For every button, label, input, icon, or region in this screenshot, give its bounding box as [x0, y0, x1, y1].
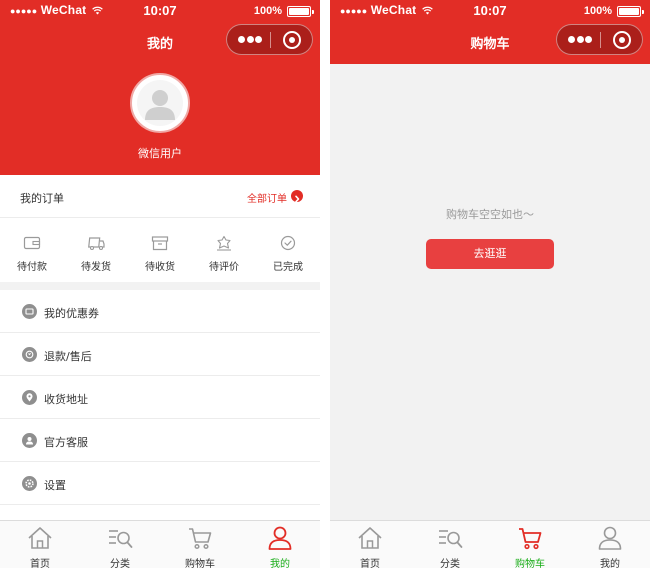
tab-bar: 首页 分类 购物车 我的 — [0, 520, 320, 568]
menu-item-refunds[interactable]: 退款/售后 — [0, 333, 320, 376]
empty-cart-message: 购物车空空如也～ — [446, 208, 534, 221]
review-icon — [217, 235, 231, 251]
check-circle-icon — [280, 235, 296, 251]
cart-icon — [519, 528, 542, 550]
default-avatar-icon — [145, 90, 175, 120]
chevron-right-icon[interactable] — [291, 190, 303, 203]
tab-mine[interactable]: 我的 — [240, 521, 320, 568]
order-status-row: 待付款 待发货 待收货 待评价 已完成 — [0, 218, 320, 282]
coupon-icon — [22, 304, 37, 319]
tab-bar: 首页 分类 购物车 我的 — [330, 520, 650, 568]
truck-icon — [88, 237, 105, 251]
home-icon — [28, 527, 52, 549]
cart-screen: ●●●●● WeChat 10:07 100% 购物车 购物车空空如也～ 去逛逛… — [330, 0, 650, 568]
cart-header: ●●●●● WeChat 10:07 100% 购物车 — [330, 0, 650, 64]
miniprogram-capsule — [556, 24, 643, 55]
tab-mine[interactable]: 我的 — [570, 521, 650, 568]
more-icon[interactable] — [568, 36, 592, 44]
tab-category[interactable]: 分类 — [410, 521, 490, 568]
category-icon — [109, 530, 133, 548]
location-icon — [22, 390, 37, 405]
refund-icon — [22, 347, 37, 362]
miniprogram-capsule — [226, 24, 313, 55]
user-icon — [268, 526, 292, 550]
battery-percent: 100% — [583, 5, 612, 17]
tab-home[interactable]: 首页 — [330, 521, 410, 568]
all-orders-link[interactable]: 全部订单 — [247, 190, 287, 205]
section-divider — [0, 282, 320, 290]
profile-screen: ●●●●● WeChat 10:07 100% 我的 微信用户 我的订单 全部订… — [0, 0, 320, 568]
battery-icon — [287, 6, 314, 17]
menu-item-customer-service[interactable]: 官方客服 — [0, 419, 320, 462]
menu-item-coupons[interactable]: 我的优惠券 — [0, 290, 320, 333]
order-status-pending-payment[interactable]: 待付款 — [0, 218, 64, 282]
battery-percent: 100% — [253, 5, 282, 17]
status-bar: ●●●●● WeChat 10:07 100% — [0, 0, 320, 22]
battery-icon — [617, 6, 644, 17]
close-miniprogram-icon[interactable] — [283, 31, 301, 49]
tab-category[interactable]: 分类 — [80, 521, 160, 568]
profile-header: ●●●●● WeChat 10:07 100% 我的 微信用户 — [0, 0, 320, 175]
settings-icon — [22, 476, 37, 491]
service-icon — [22, 433, 37, 448]
home-icon — [358, 527, 382, 549]
username: 微信用户 — [138, 147, 182, 160]
status-bar: ●●●●● WeChat 10:07 100% — [330, 0, 650, 22]
order-status-pending-receipt[interactable]: 待收货 — [128, 218, 192, 282]
menu-item-settings[interactable]: 设置 — [0, 462, 320, 505]
profile-menu: 我的优惠券 退款/售后 收货地址 官方客服 设置 — [0, 290, 320, 505]
order-status-pending-shipment[interactable]: 待发货 — [64, 218, 128, 282]
tab-cart[interactable]: 购物车 — [490, 521, 570, 568]
user-icon — [598, 526, 622, 550]
order-status-pending-review[interactable]: 待评价 — [192, 218, 256, 282]
box-icon — [151, 236, 169, 251]
wallet-icon — [23, 236, 41, 250]
orders-header: 我的订单 全部订单 — [0, 175, 320, 218]
menu-item-addresses[interactable]: 收货地址 — [0, 376, 320, 419]
more-icon[interactable] — [238, 36, 262, 44]
avatar[interactable] — [130, 73, 190, 133]
tab-cart[interactable]: 购物车 — [160, 521, 240, 568]
close-miniprogram-icon[interactable] — [613, 31, 631, 49]
go-shopping-button[interactable]: 去逛逛 — [426, 239, 554, 269]
orders-title: 我的订单 — [20, 192, 64, 205]
category-icon — [439, 530, 463, 548]
cart-icon — [189, 528, 212, 550]
tab-home[interactable]: 首页 — [0, 521, 80, 568]
order-status-completed[interactable]: 已完成 — [256, 218, 320, 282]
